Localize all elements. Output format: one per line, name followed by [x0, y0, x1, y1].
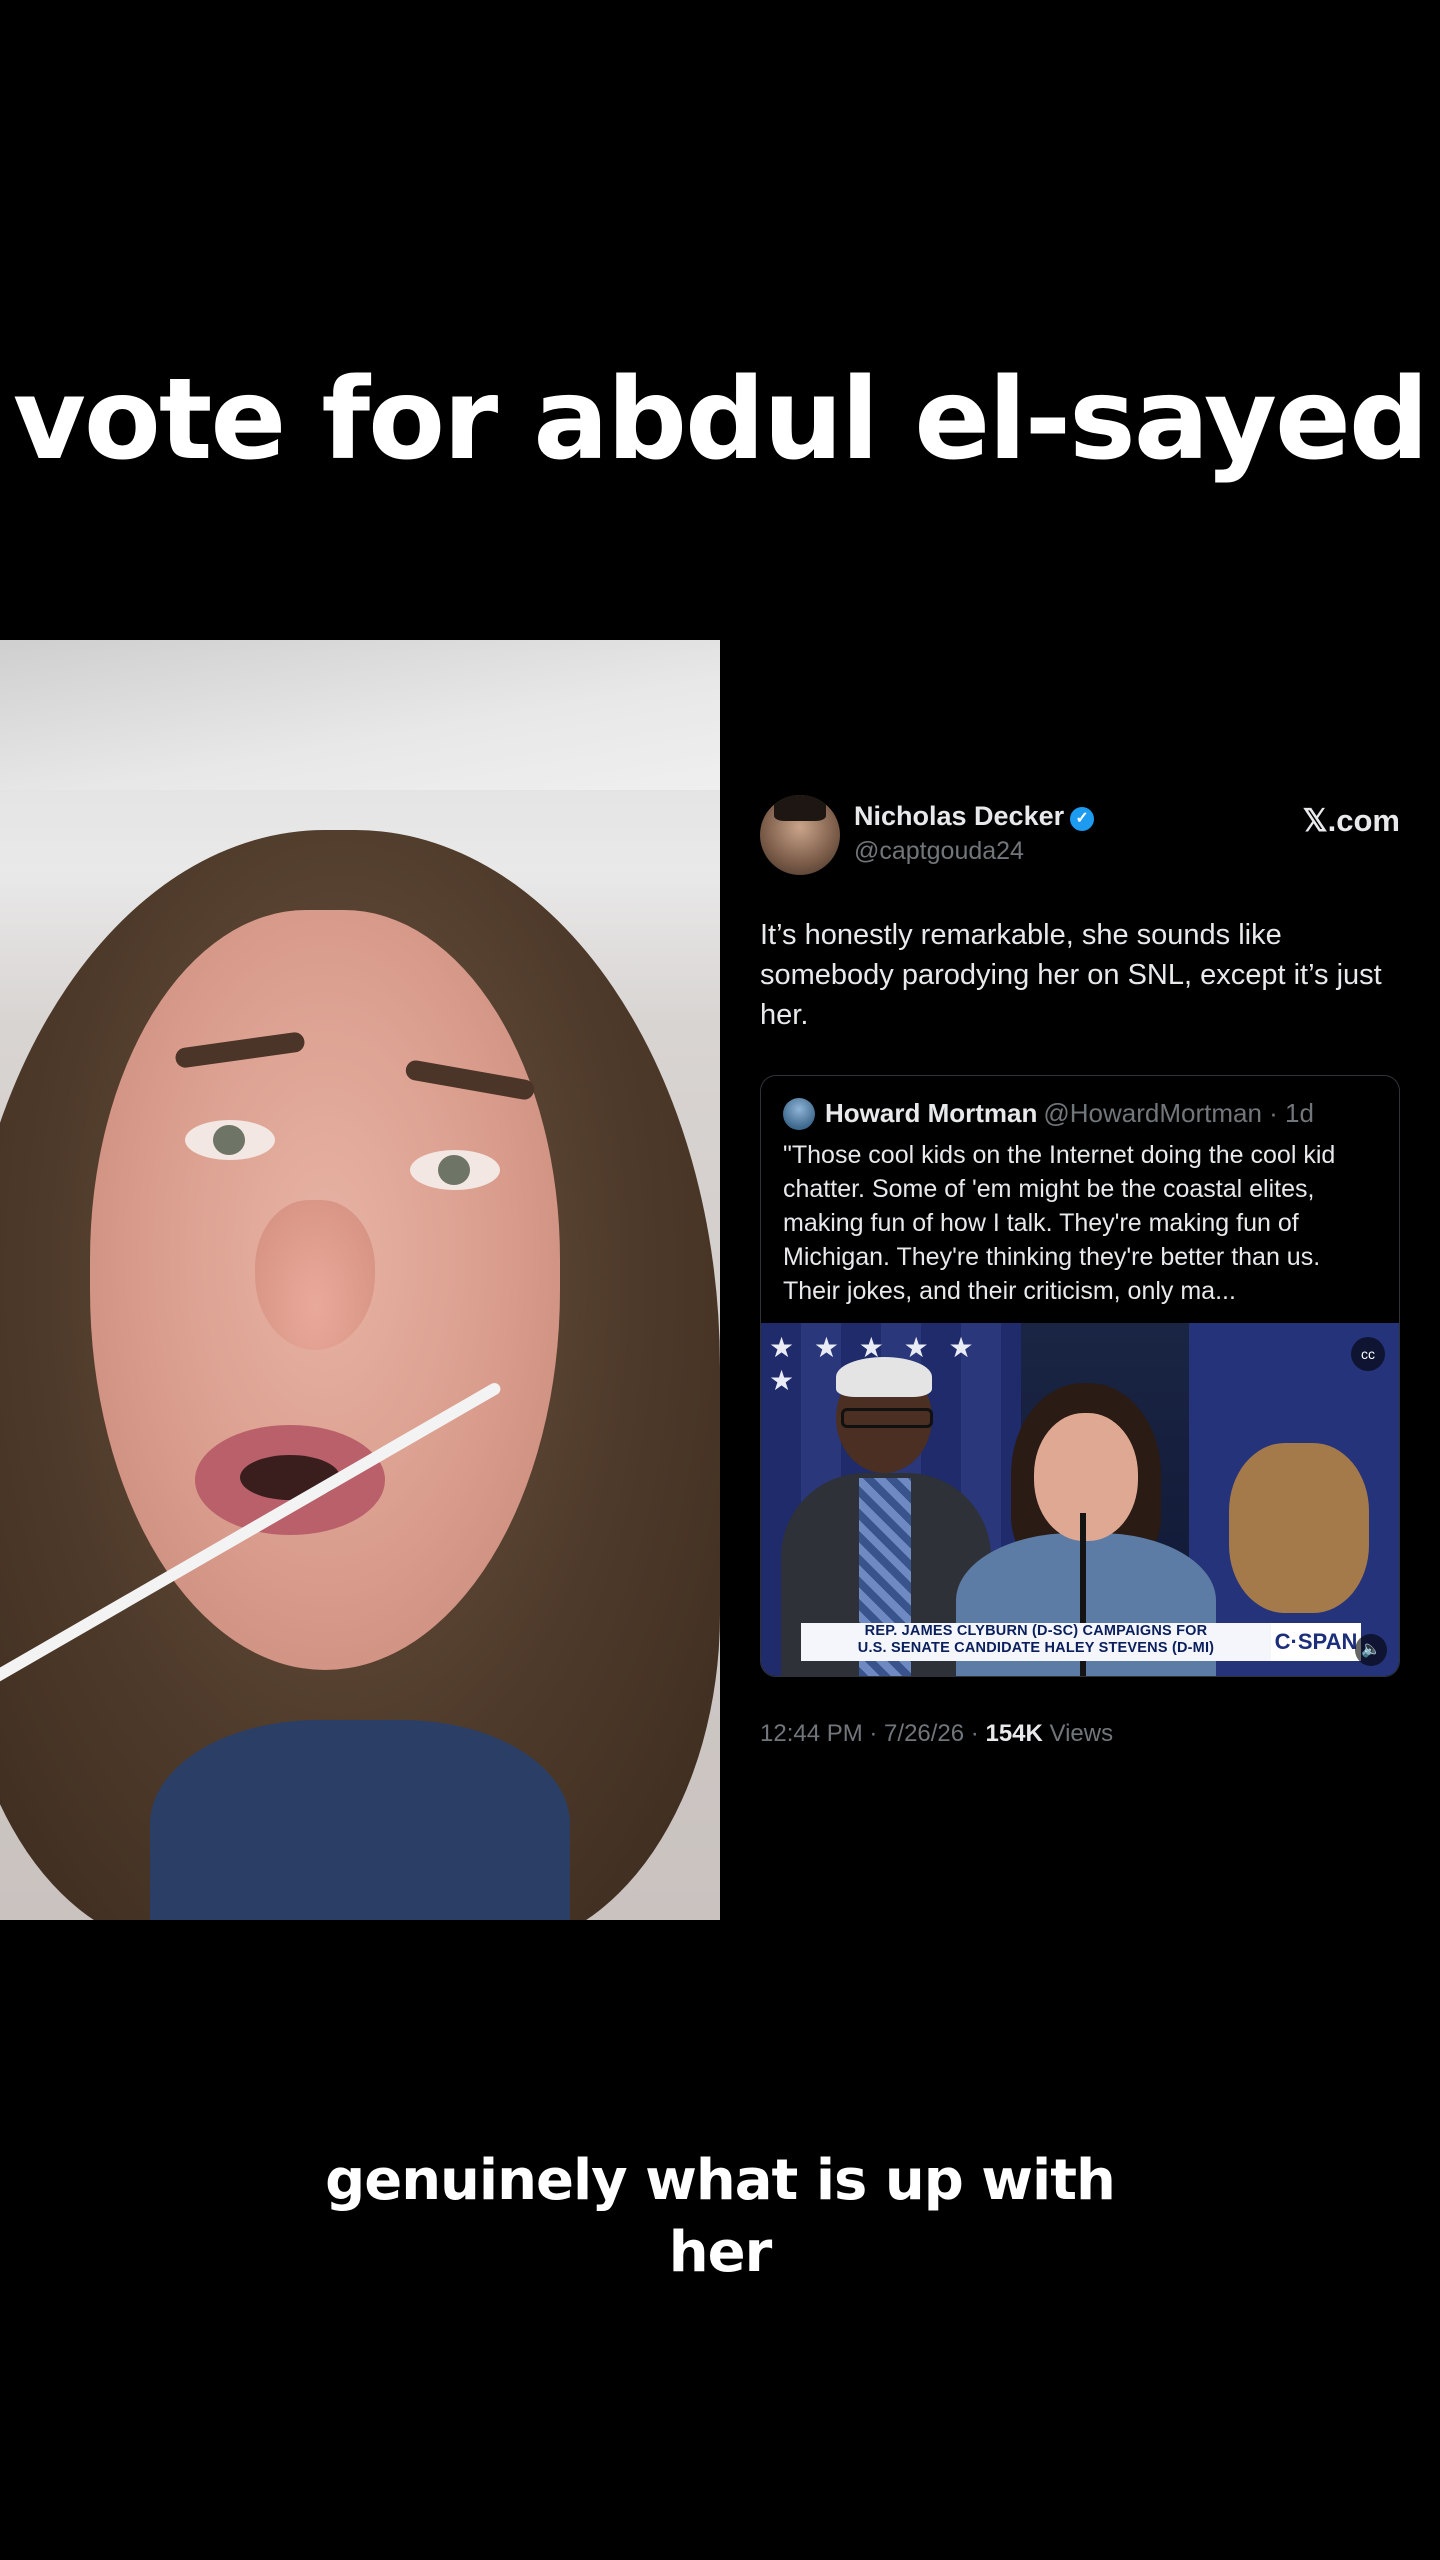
tweet-text: It’s honestly remarkable, she sounds lik… — [760, 919, 1382, 1031]
caption-line-1: genuinely what is up with — [325, 2148, 1116, 2213]
caption-line-2: her — [668, 2220, 772, 2285]
volume-icon[interactable]: 🔈 — [1355, 1634, 1387, 1666]
quoted-author-name[interactable]: Howard Mortman — [825, 1098, 1037, 1128]
author-name-row[interactable]: Nicholas Decker ✓ — [854, 801, 1095, 832]
creator-video — [0, 640, 720, 1920]
lower-third-line-2: U.S. SENATE CANDIDATE HALEY STEVENS (D-M… — [857, 1640, 1215, 1656]
subtitle-caption: genuinely what is up with her — [0, 2145, 1440, 2289]
video-eye-right — [410, 1150, 500, 1190]
quoted-author-row[interactable]: Howard Mortman @HowardMortman · 1d — [825, 1098, 1314, 1129]
quoted-tweet-text: "Those cool kids on the Internet doing t… — [783, 1141, 1336, 1305]
video-shirt — [150, 1720, 570, 1920]
x-logo-site: 𝕏.com — [1302, 803, 1400, 838]
author-name[interactable]: Nicholas Decker — [854, 801, 1064, 831]
video-lower-third: REP. JAMES CLYBURN (D-SC) CAMPAIGNS FOR … — [801, 1623, 1271, 1661]
cspan-logo: C·SPAN — [1271, 1623, 1361, 1661]
verified-badge-icon: ✓ — [1070, 807, 1095, 831]
video-nose — [255, 1200, 375, 1350]
lower-third-line-1: REP. JAMES CLYBURN (D-SC) CAMPAIGNS FOR — [864, 1623, 1208, 1639]
video-eye-left — [185, 1120, 275, 1160]
views-count: 154K — [985, 1720, 1043, 1747]
quoted-author-handle[interactable]: @HowardMortman · 1d — [1043, 1098, 1314, 1128]
tweet-meta: 12:44 PM · 7/26/26 · 154K Views — [760, 1720, 1113, 1748]
author-handle[interactable]: @captgouda24 — [854, 837, 1024, 866]
tweet-timestamp[interactable]: 12:44 PM · 7/26/26 · — [760, 1720, 985, 1747]
video-ceiling — [0, 640, 720, 790]
quoted-video[interactable]: REP. JAMES CLYBURN (D-SC) CAMPAIGNS FOR … — [761, 1323, 1399, 1676]
quoted-tweet[interactable]: Howard Mortman @HowardMortman · 1d "Those… — [760, 1075, 1400, 1677]
views-label: Views — [1049, 1720, 1114, 1747]
headline-text: vote for abdul el-sayed — [12, 355, 1429, 485]
captions-icon[interactable]: cc — [1351, 1337, 1385, 1371]
author-avatar[interactable] — [760, 795, 840, 875]
video-mouth — [195, 1425, 385, 1535]
quoted-author-avatar[interactable] — [783, 1098, 815, 1130]
